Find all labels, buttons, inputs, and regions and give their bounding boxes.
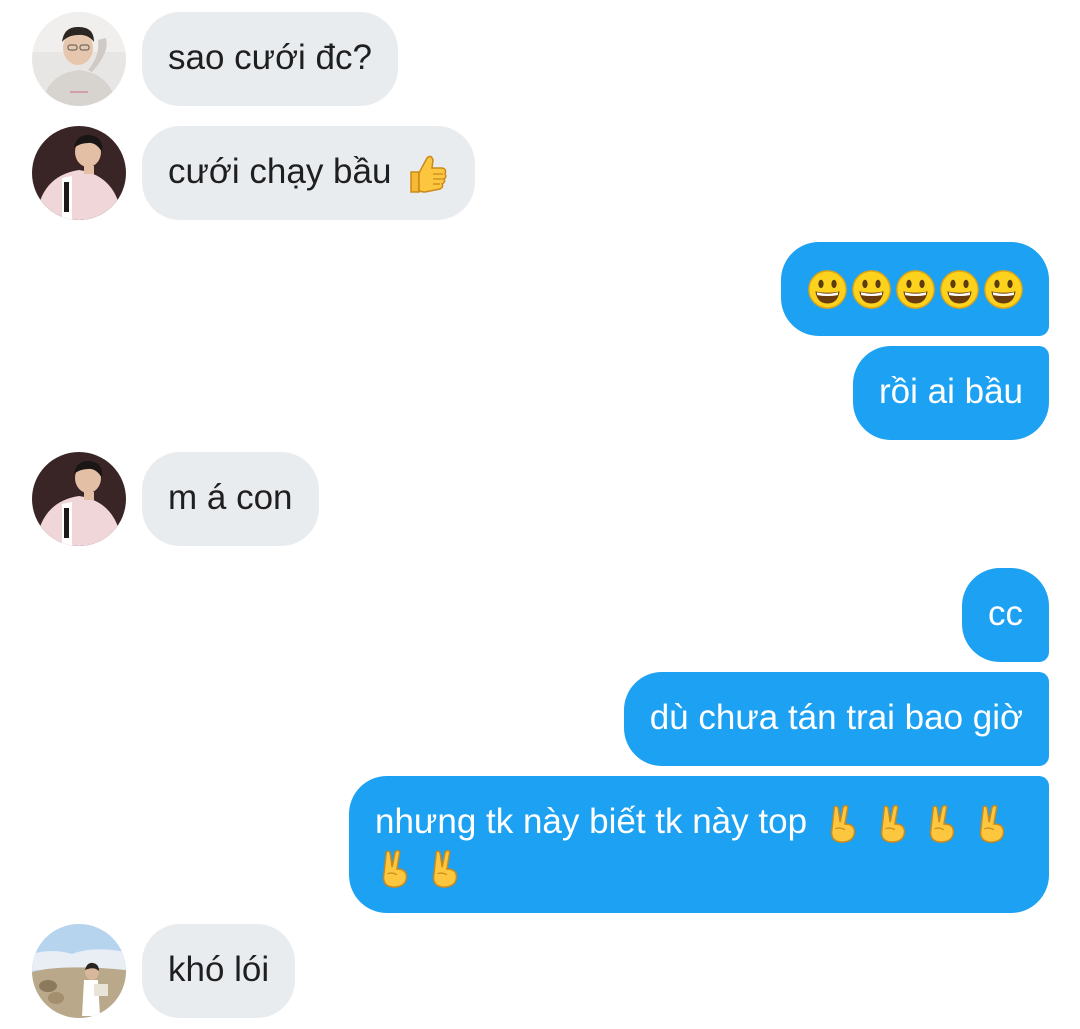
emoji-group — [807, 269, 1024, 310]
victory-hand-icon — [432, 849, 457, 888]
grinning-face-icon — [984, 270, 1023, 310]
message-bubble-outgoing[interactable]: cc — [962, 568, 1049, 662]
victory-hand-icon — [830, 804, 855, 843]
grinning-face-icon — [852, 270, 891, 310]
message-text: m á con — [168, 478, 293, 517]
avatar-white-hoodie-image — [32, 12, 126, 106]
message-text: rồi ai bầu — [879, 372, 1023, 411]
message-text: khó lói — [168, 950, 270, 989]
message-bubble-incoming[interactable]: khó lói — [142, 924, 296, 1018]
victory-hand-icon — [979, 804, 1005, 843]
message-bubble-incoming[interactable]: sao cưới đc? — [142, 12, 398, 106]
message-bubble-outgoing[interactable]: dù chưa tán trai bao giờ — [623, 672, 1049, 766]
message-bubble-outgoing[interactable]: rồi ai bầu — [853, 346, 1049, 440]
grinning-face-icon — [896, 270, 935, 310]
grinning-face-icon — [808, 270, 847, 310]
avatar[interactable] — [32, 924, 126, 1018]
avatar[interactable] — [32, 12, 126, 106]
victory-hand-icon — [880, 804, 905, 843]
message-bubble-incoming[interactable]: m á con — [142, 452, 319, 546]
message-bubble-outgoing[interactable] — [781, 242, 1049, 336]
victory-hand-icon — [930, 804, 955, 843]
avatar[interactable] — [32, 452, 126, 546]
message-text: cưới chạy bầu — [168, 152, 392, 191]
message-text: nhưng tk này biết tk này top — [375, 802, 808, 841]
avatar-pink-jacket-image — [32, 452, 126, 546]
avatar-field-photo-image — [32, 924, 126, 1018]
message-text: dù chưa tán trai bao giờ — [649, 698, 1023, 737]
message-bubble-outgoing[interactable]: nhưng tk này biết tk này top — [349, 776, 1049, 913]
message-bubble-incoming[interactable]: cưới chạy bầu — [142, 126, 476, 220]
message-text: sao cưới đc? — [168, 38, 372, 77]
avatar[interactable] — [32, 126, 126, 220]
message-text: cc — [988, 594, 1023, 633]
avatar-pink-jacket-image — [32, 126, 126, 220]
victory-hand-icon — [382, 849, 408, 888]
thumbs-up-icon — [410, 155, 447, 193]
grinning-face-icon — [940, 270, 979, 310]
